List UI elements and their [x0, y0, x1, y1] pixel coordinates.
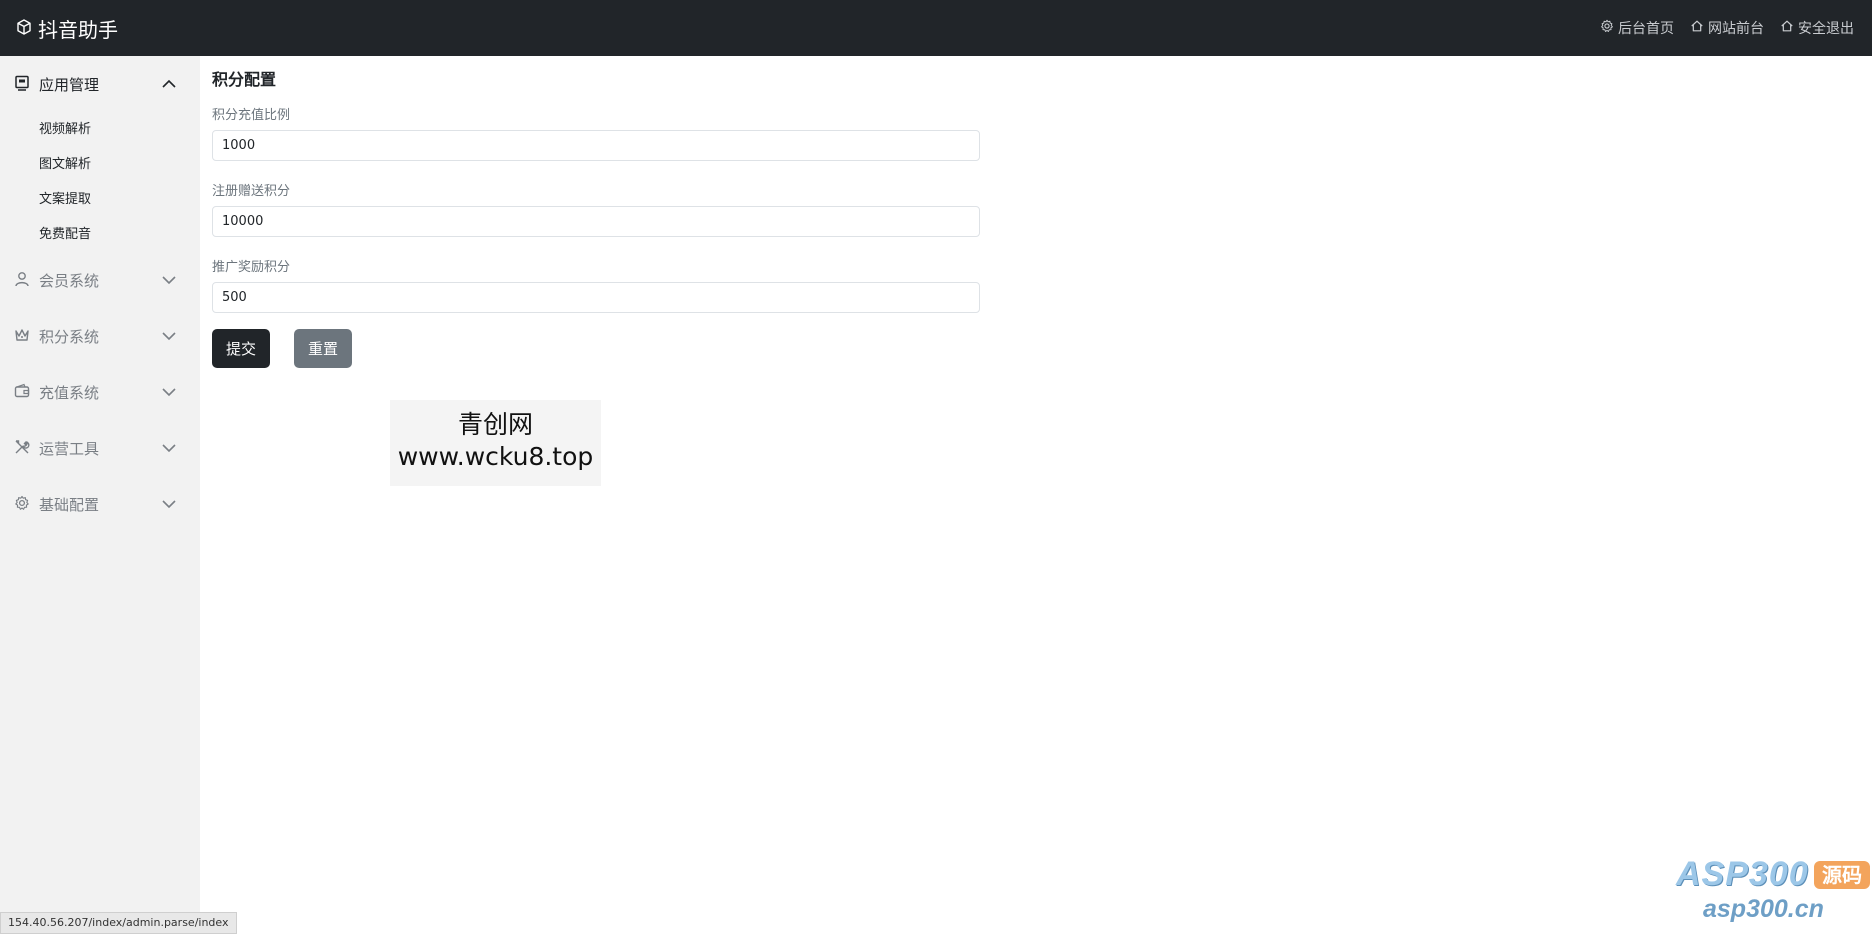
user-icon — [14, 271, 30, 291]
menu-member-system[interactable]: 会员系统 — [0, 252, 200, 308]
sidebar-item-image-parse[interactable]: 图文解析 — [0, 147, 200, 182]
gear-icon — [1600, 19, 1618, 37]
watermark-box: 青创网 www.wcku8.top — [390, 400, 601, 486]
sidebar-item-video-parse[interactable]: 视频解析 — [0, 112, 200, 147]
referral-reward-label: 推广奖励积分 — [212, 260, 291, 275]
crown-icon — [14, 327, 30, 347]
page-title: 积分配置 — [212, 70, 277, 89]
chevron-down-icon — [161, 496, 177, 516]
app-icon — [14, 75, 30, 95]
home-icon — [1780, 19, 1798, 37]
admin-home-label: 后台首页 — [1618, 21, 1674, 37]
register-bonus-input[interactable] — [212, 206, 980, 237]
logo-url: asp300.cn — [1703, 895, 1824, 923]
menu-app-management[interactable]: 应用管理 — [0, 56, 200, 112]
logout-link[interactable]: 安全退出 — [1780, 18, 1854, 38]
wallet-icon — [14, 383, 30, 403]
site-front-label: 网站前台 — [1708, 21, 1764, 37]
register-bonus-label: 注册赠送积分 — [212, 184, 291, 199]
referral-reward-input[interactable] — [212, 282, 980, 313]
menu-recharge-system[interactable]: 充值系统 — [0, 364, 200, 420]
sidebar-item-copy-extract[interactable]: 文案提取 — [0, 182, 200, 217]
watermark-site-name: 青创网 — [457, 410, 533, 439]
menu-label: 积分系统 — [39, 327, 100, 346]
menu-points-system[interactable]: 积分系统 — [0, 308, 200, 364]
tools-icon — [14, 439, 30, 459]
menu-label: 充值系统 — [39, 383, 100, 402]
logout-label: 安全退出 — [1798, 21, 1854, 37]
chevron-down-icon — [161, 384, 177, 404]
chevron-down-icon — [161, 328, 177, 348]
chevron-down-icon — [161, 272, 177, 292]
asp300-logo-watermark: ASP300 源码 asp300.cn — [1676, 855, 1872, 932]
site-front-link[interactable]: 网站前台 — [1690, 18, 1764, 38]
logo-text: ASP300 — [1676, 855, 1809, 893]
app-title: 抖音助手 — [38, 17, 118, 42]
header-links: 后台首页 网站前台 安全退出 — [1584, 18, 1854, 38]
admin-home-link[interactable]: 后台首页 — [1600, 18, 1674, 38]
menu-basic-config[interactable]: 基础配置 — [0, 476, 200, 532]
sidebar-item-free-dubbing[interactable]: 免费配音 — [0, 217, 200, 252]
menu-group-app: 应用管理 视频解析 图文解析 文案提取 免费配音 — [0, 56, 200, 252]
recharge-ratio-label: 积分充值比例 — [212, 108, 291, 123]
menu-label: 基础配置 — [39, 495, 100, 514]
browser-status-url: 154.40.56.207/index/admin.parse/index — [0, 912, 237, 934]
gear-icon — [14, 495, 30, 515]
chevron-down-icon — [161, 440, 177, 460]
reset-button[interactable]: 重置 — [294, 329, 352, 368]
watermark-site-url: www.wcku8.top — [397, 442, 594, 471]
menu-label: 会员系统 — [39, 271, 100, 290]
chevron-up-icon — [161, 76, 177, 96]
sidebar: 应用管理 视频解析 图文解析 文案提取 免费配音 会员系统 积分系统 充值系统 … — [0, 56, 200, 932]
submit-button[interactable]: 提交 — [212, 329, 270, 368]
logo-tag: 源码 — [1814, 861, 1870, 889]
home-icon — [1690, 19, 1708, 37]
cube-icon — [16, 16, 38, 40]
menu-label: 应用管理 — [39, 75, 100, 94]
recharge-ratio-input[interactable] — [212, 130, 980, 161]
brand[interactable]: 抖音助手 — [16, 14, 118, 43]
top-navbar: 抖音助手 后台首页 网站前台 安全退出 — [0, 0, 1872, 56]
app-submenu: 视频解析 图文解析 文案提取 免费配音 — [0, 112, 200, 252]
menu-label: 运营工具 — [39, 439, 100, 458]
menu-operation-tools[interactable]: 运营工具 — [0, 420, 200, 476]
